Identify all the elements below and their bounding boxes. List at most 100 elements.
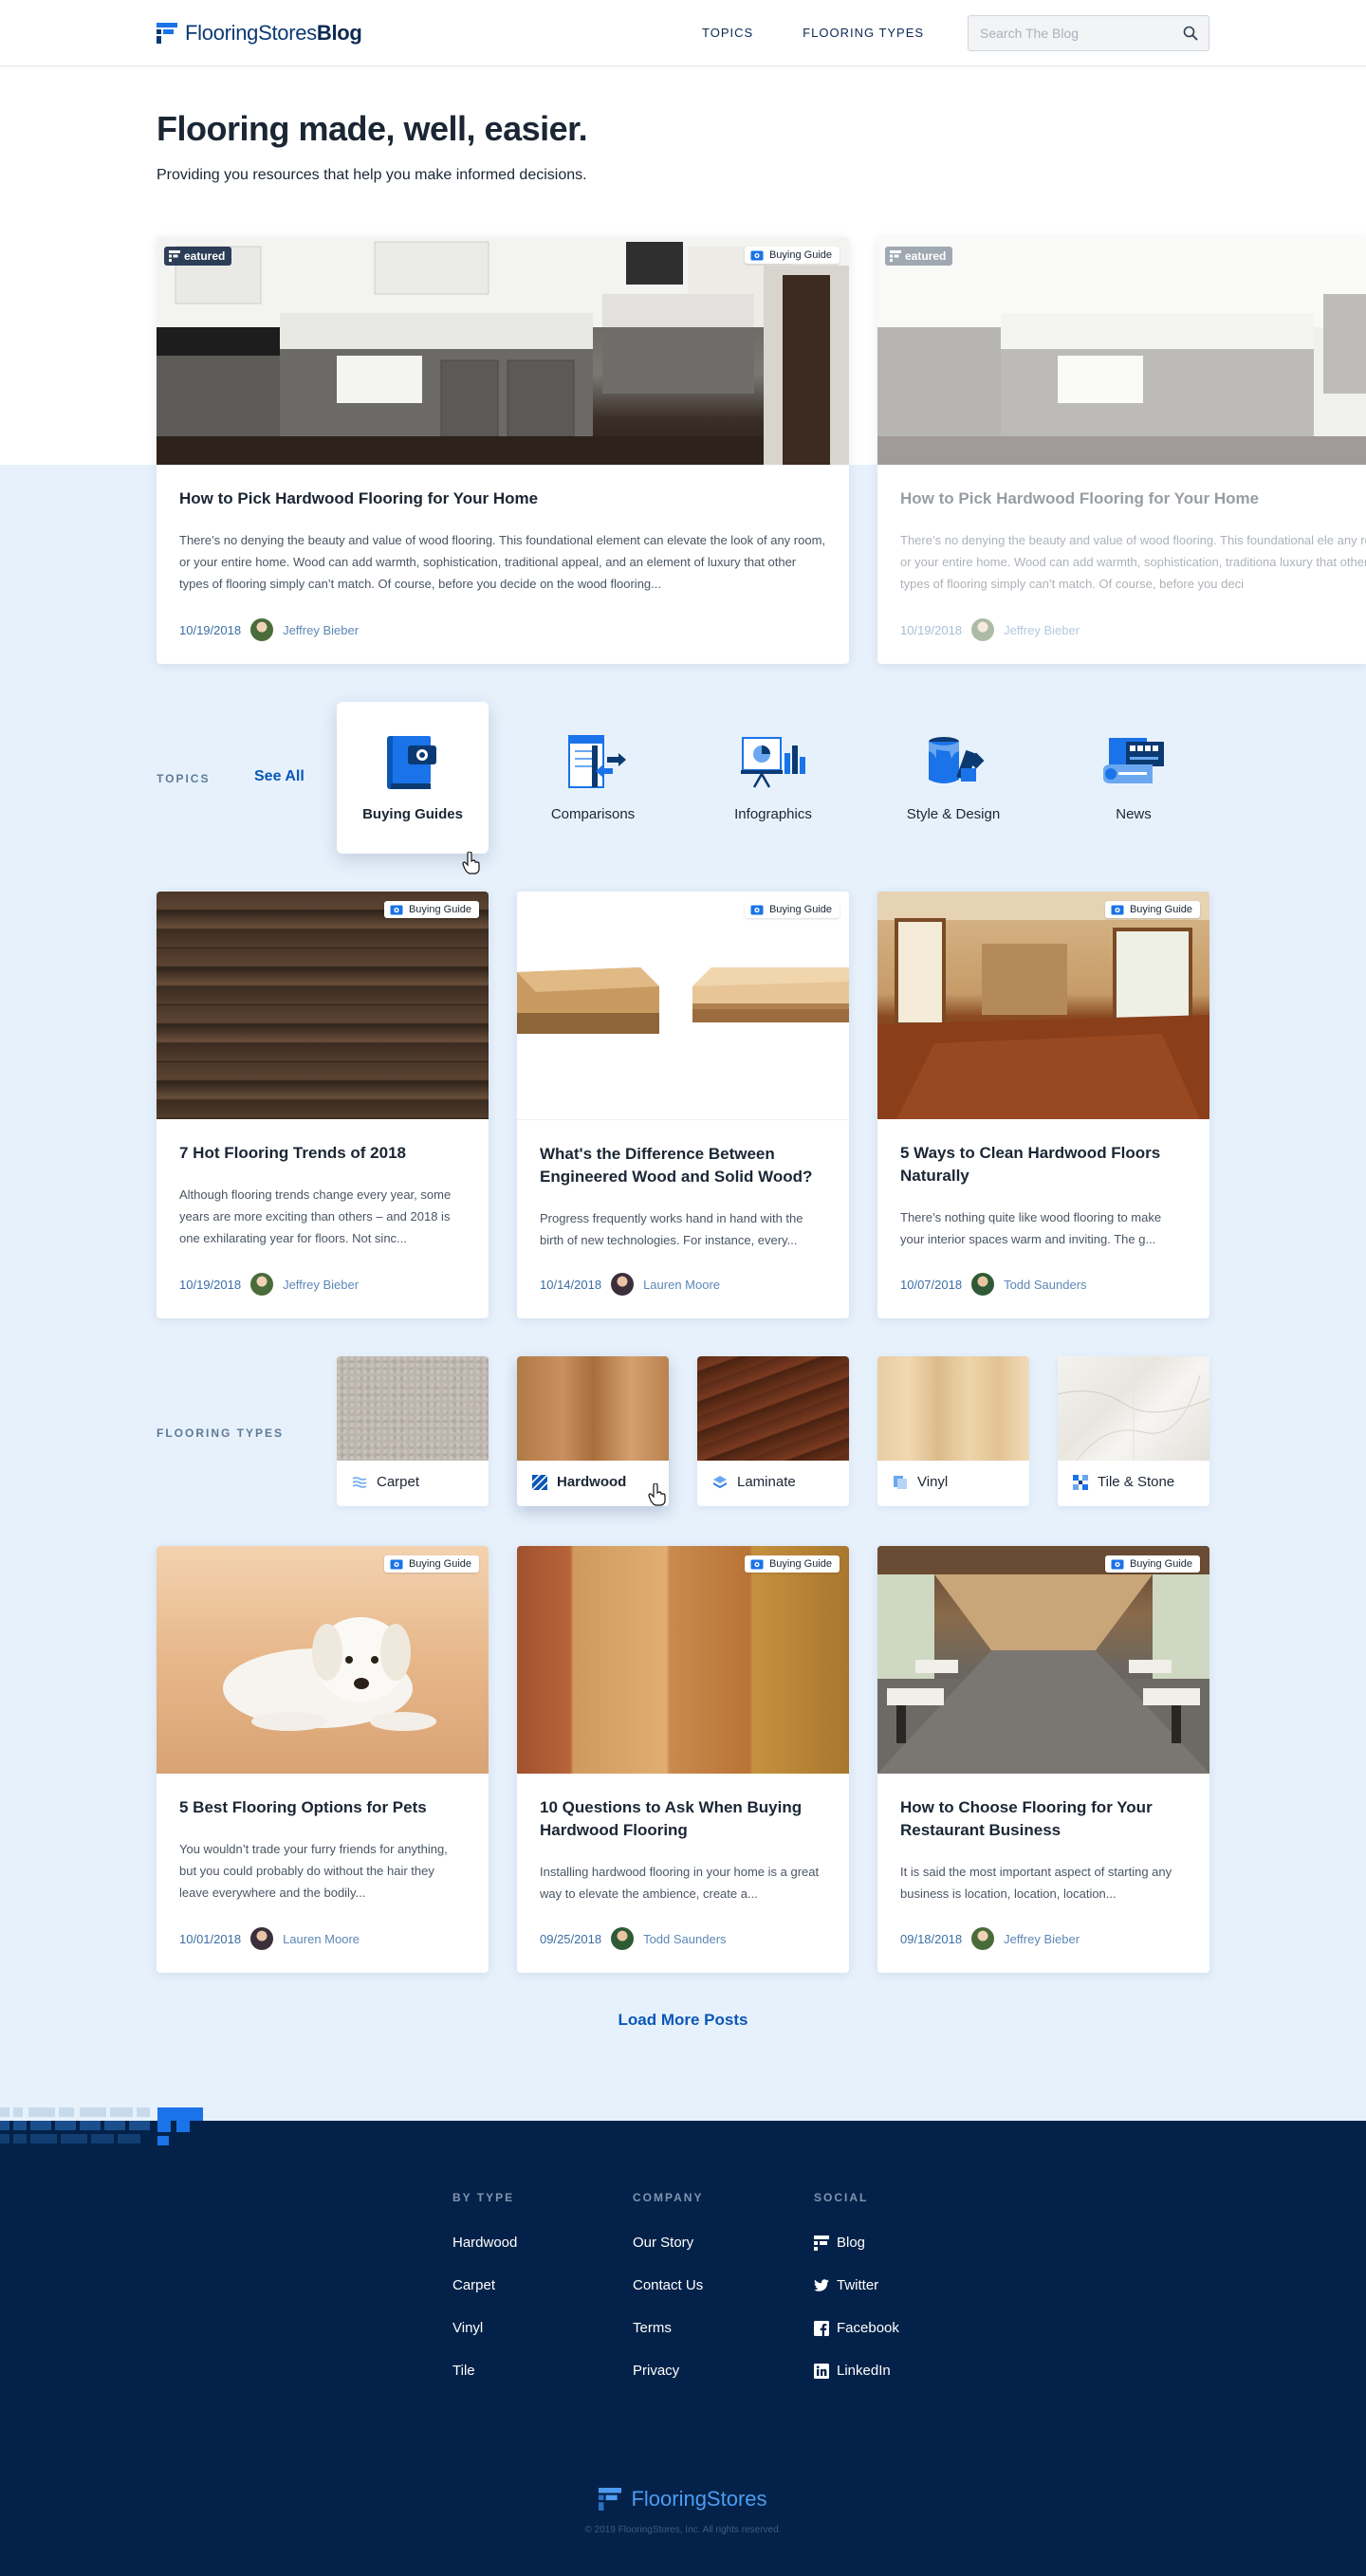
post-meta: 09/25/2018 Todd Saunders bbox=[540, 1927, 727, 1950]
page-title: Flooring made, well, easier. bbox=[157, 109, 588, 148]
featured-next-image: eatured bbox=[877, 237, 1366, 465]
post-date: 10/19/2018 bbox=[900, 622, 963, 637]
flooring-type-vinyl[interactable]: Vinyl bbox=[877, 1356, 1029, 1506]
topic-comparisons[interactable]: Comparisons bbox=[517, 702, 669, 854]
post-author[interactable]: Todd Saunders bbox=[1004, 1278, 1086, 1292]
post-date: 10/07/2018 bbox=[900, 1277, 963, 1292]
buying-guides-icon bbox=[387, 736, 436, 789]
post-card[interactable]: Buying Guide 5 Best Flooring Options for… bbox=[157, 1546, 489, 1973]
nav-flooring-types[interactable]: FLOORING TYPES bbox=[803, 26, 924, 40]
hardwood-swatch bbox=[517, 1356, 669, 1461]
tile-stone-swatch bbox=[1058, 1356, 1209, 1462]
topic-infographics[interactable]: Infographics bbox=[697, 702, 849, 854]
featured-post-body: How to Pick Hardwood Flooring for Your H… bbox=[157, 465, 849, 595]
post-card[interactable]: Buying Guide How to Choose Flooring for … bbox=[877, 1546, 1209, 1973]
search-input[interactable] bbox=[969, 26, 1172, 41]
post-author[interactable]: Jeffrey Bieber bbox=[1004, 623, 1080, 637]
buying-guide-badge: Buying Guide bbox=[1104, 1555, 1200, 1573]
flooring-type-tile-stone[interactable]: Tile & Stone bbox=[1058, 1356, 1209, 1506]
post-body: How to Choose Flooring for Your Restaura… bbox=[877, 1774, 1209, 1904]
post-image-restaurant: Buying Guide bbox=[877, 1546, 1209, 1774]
post-title[interactable]: 5 Ways to Clean Hardwood Floors Naturall… bbox=[900, 1142, 1187, 1187]
featured-post-card[interactable]: eatured Buying Guide How to Pick Hardwoo… bbox=[157, 237, 849, 664]
logo-mark-icon bbox=[157, 23, 177, 44]
buying-guide-badge: Buying Guide bbox=[383, 1555, 479, 1573]
buying-guide-icon bbox=[1111, 905, 1124, 914]
footer-logo[interactable]: FlooringStores bbox=[0, 2487, 1366, 2512]
post-title[interactable]: How to Choose Flooring for Your Restaura… bbox=[900, 1796, 1187, 1842]
post-date: 10/19/2018 bbox=[179, 622, 242, 637]
post-card[interactable]: Buying Guide 10 Questions to Ask When Bu… bbox=[517, 1546, 849, 1973]
post-title[interactable]: 5 Best Flooring Options for Pets bbox=[179, 1796, 466, 1819]
footer-link-twitter[interactable]: Twitter bbox=[814, 2277, 899, 2293]
post-card[interactable]: Buying Guide 5 Ways to Clean Hardwood Fl… bbox=[877, 892, 1209, 1318]
post-meta: 09/18/2018 Jeffrey Bieber bbox=[900, 1927, 1080, 1950]
logo-brand: FlooringStores bbox=[185, 21, 317, 45]
footer-link-blog[interactable]: Blog bbox=[814, 2235, 899, 2251]
logo-suffix: Blog bbox=[316, 21, 362, 45]
footer-link-privacy[interactable]: Privacy bbox=[633, 2363, 703, 2379]
footer-link-contact-us[interactable]: Contact Us bbox=[633, 2277, 703, 2293]
post-title[interactable]: How to Pick Hardwood Flooring for Your H… bbox=[900, 488, 1343, 510]
featured-next-body: How to Pick Hardwood Flooring for Your H… bbox=[877, 465, 1366, 595]
flooring-type-laminate[interactable]: Laminate bbox=[697, 1356, 849, 1506]
post-title[interactable]: 10 Questions to Ask When Buying Hardwood… bbox=[540, 1796, 826, 1842]
puppy-illustration bbox=[223, 1617, 436, 1731]
footer-link-terms[interactable]: Terms bbox=[633, 2320, 703, 2336]
post-author[interactable]: Jeffrey Bieber bbox=[1004, 1932, 1080, 1946]
topic-buying-guides[interactable]: Buying Guides bbox=[337, 702, 489, 874]
post-title[interactable]: 7 Hot Flooring Trends of 2018 bbox=[179, 1142, 466, 1165]
post-excerpt: There’s no denying the beauty and value … bbox=[179, 533, 826, 591]
badge-label: Buying Guide bbox=[408, 904, 471, 915]
topic-style-design[interactable]: Style & Design bbox=[877, 702, 1029, 854]
flooring-type-hardwood[interactable]: Hardwood bbox=[517, 1356, 669, 1506]
carpet-icon bbox=[352, 1476, 367, 1488]
flooring-type-label-wrap: Hardwood bbox=[532, 1474, 626, 1490]
footer-link-vinyl[interactable]: Vinyl bbox=[452, 2320, 517, 2336]
post-body: 5 Best Flooring Options for Pets You wou… bbox=[157, 1774, 489, 1904]
load-more-posts-button[interactable]: Load More Posts bbox=[0, 2011, 1366, 2030]
footer-link-hardwood[interactable]: Hardwood bbox=[452, 2235, 517, 2251]
featured-badge: eatured bbox=[885, 247, 953, 266]
flooring-type-carpet[interactable]: Carpet bbox=[337, 1356, 489, 1506]
post-author[interactable]: Lauren Moore bbox=[643, 1278, 720, 1292]
avatar bbox=[971, 1927, 995, 1950]
featured-post-card-next[interactable]: eatured How to Pick Hardwood Flooring fo… bbox=[877, 237, 1366, 664]
buying-guide-badge: Buying Guide bbox=[744, 247, 840, 264]
facebook-icon bbox=[814, 2320, 829, 2336]
footer-link-linkedin[interactable]: LinkedIn bbox=[814, 2363, 899, 2379]
post-author[interactable]: Lauren Moore bbox=[283, 1932, 360, 1946]
buying-guide-badge: Buying Guide bbox=[744, 1555, 840, 1573]
post-author[interactable]: Jeffrey Bieber bbox=[283, 1278, 359, 1292]
footer-link-facebook[interactable]: Facebook bbox=[814, 2320, 899, 2336]
post-date: 09/18/2018 bbox=[900, 1931, 963, 1946]
post-card[interactable]: Buying Guide 7 Hot Flooring Trends of 20… bbox=[157, 892, 489, 1318]
footer-link-label: Facebook bbox=[837, 2320, 899, 2336]
post-excerpt: Although flooring trends change every ye… bbox=[179, 1187, 452, 1245]
post-date: 10/19/2018 bbox=[179, 1277, 242, 1292]
nav-topics[interactable]: TOPICS bbox=[702, 26, 753, 40]
badge-label: Buying Guide bbox=[408, 1558, 471, 1570]
post-title[interactable]: What's the Difference Between Engineered… bbox=[540, 1143, 826, 1188]
post-excerpt: There’s nothing quite like wood flooring… bbox=[900, 1210, 1162, 1246]
post-meta: 10/19/2018 Jeffrey Bieber bbox=[179, 1273, 359, 1296]
laminate-swatch bbox=[697, 1356, 849, 1461]
post-date: 10/01/2018 bbox=[179, 1931, 242, 1946]
search-icon[interactable] bbox=[1172, 26, 1209, 41]
kitchen-illustration bbox=[157, 237, 849, 465]
badge-label: Buying Guide bbox=[768, 1558, 832, 1570]
footer-link-carpet[interactable]: Carpet bbox=[452, 2277, 517, 2293]
post-card[interactable]: Buying Guide What's the Difference Betwe… bbox=[517, 892, 849, 1318]
post-title[interactable]: How to Pick Hardwood Flooring for Your H… bbox=[179, 488, 826, 510]
footer-link-tile[interactable]: Tile bbox=[452, 2363, 517, 2379]
flooring-types-section-label: FLOORING TYPES bbox=[157, 1426, 285, 1440]
post-author[interactable]: Todd Saunders bbox=[643, 1932, 726, 1946]
post-image-hardwood-planks: Buying Guide bbox=[517, 1546, 849, 1774]
badge-label: Buying Guide bbox=[768, 249, 832, 261]
see-all-topics-link[interactable]: See All bbox=[254, 768, 305, 785]
footer-link-our-story[interactable]: Our Story bbox=[633, 2235, 703, 2251]
topic-news[interactable]: News bbox=[1058, 702, 1209, 854]
post-author[interactable]: Jeffrey Bieber bbox=[283, 623, 359, 637]
site-logo[interactable]: FlooringStoresBlog bbox=[157, 21, 362, 46]
footer-column-company: COMPANY Our Story Contact Us Terms Priva… bbox=[633, 2191, 703, 2379]
